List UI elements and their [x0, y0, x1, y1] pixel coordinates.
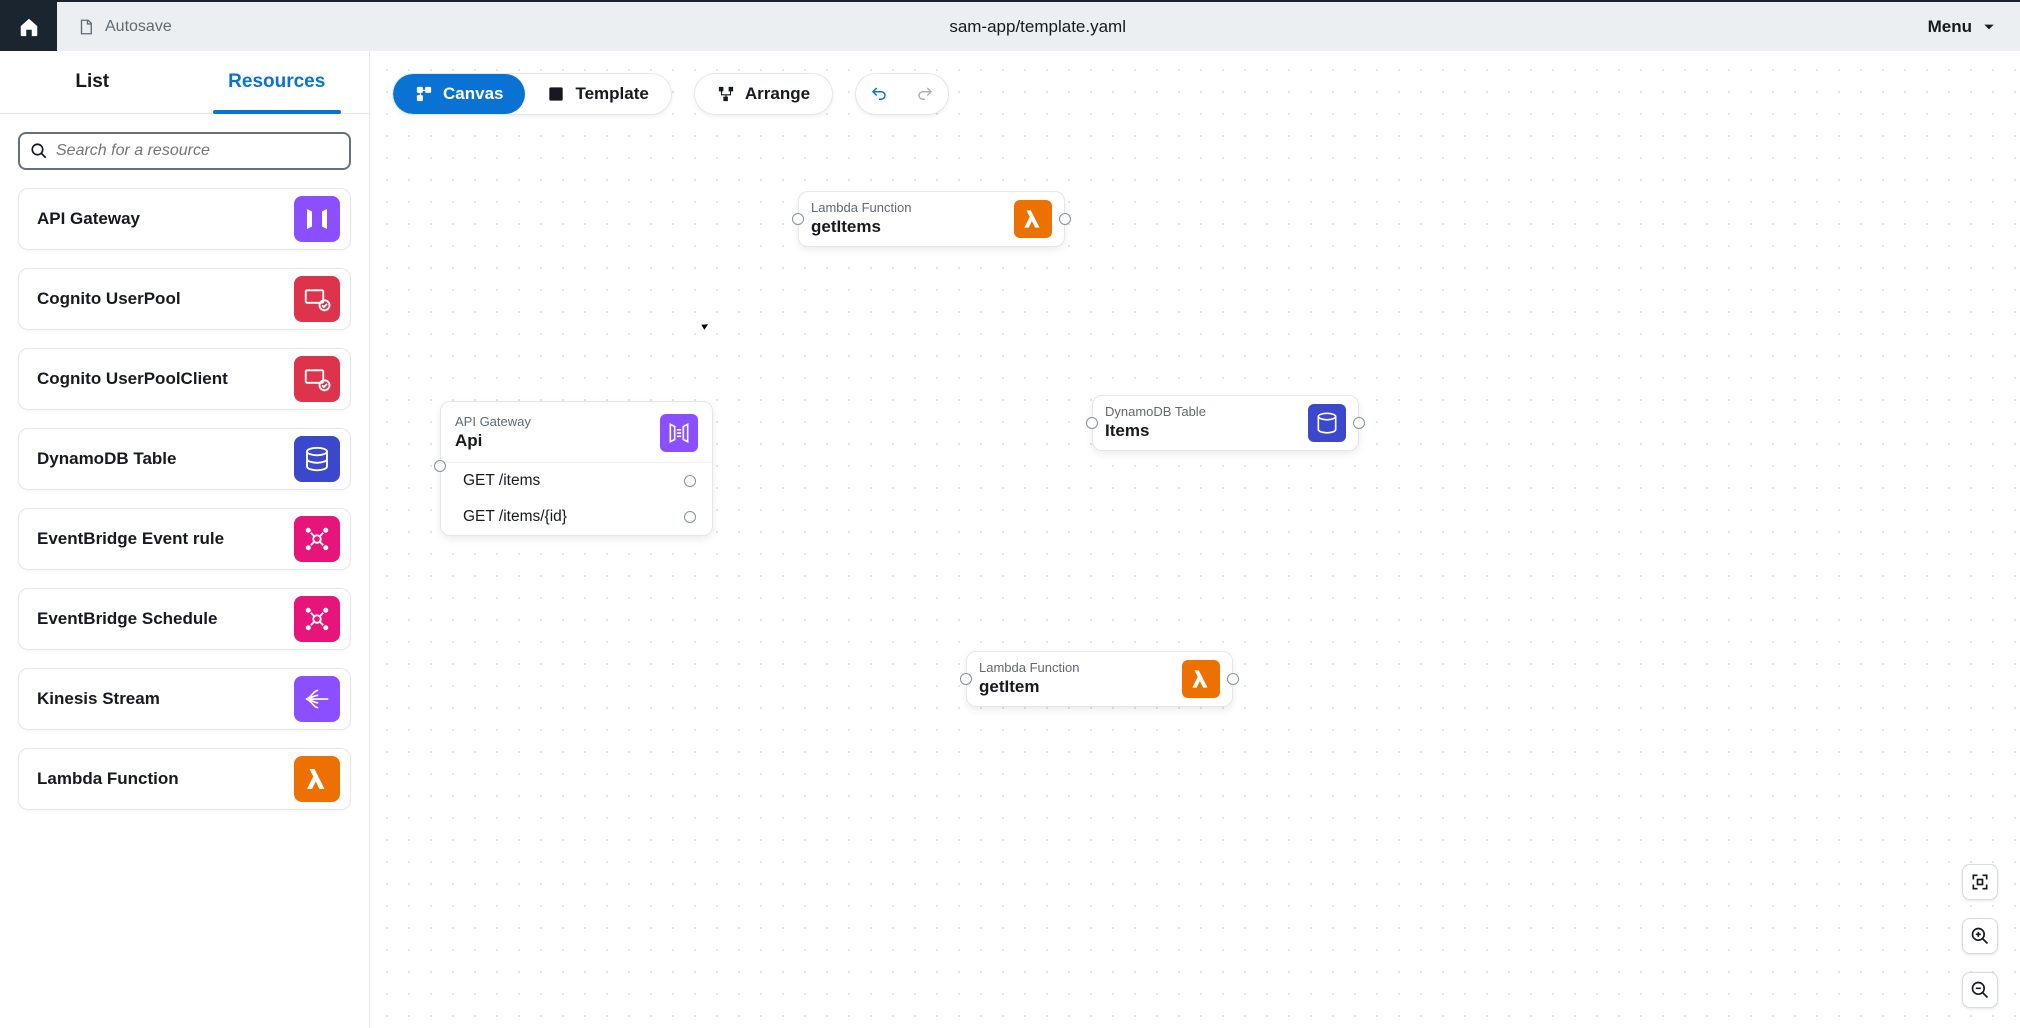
template-icon — [547, 85, 565, 103]
undo-button[interactable] — [856, 74, 902, 114]
menu-button[interactable]: Menu — [1904, 17, 2020, 37]
kinesis-icon — [294, 676, 340, 722]
zoom-out-button[interactable] — [1962, 972, 1998, 1008]
route-get-item-by-id[interactable]: GET /items/{id} — [441, 499, 712, 535]
port-out[interactable] — [684, 511, 696, 523]
node-type: Lambda Function — [811, 200, 1002, 216]
port-in[interactable] — [792, 213, 804, 225]
redo-button[interactable] — [902, 74, 948, 114]
port-in[interactable] — [1086, 417, 1098, 429]
template-label: Template — [575, 84, 648, 104]
resource-label: EventBridge Schedule — [37, 609, 217, 629]
arrange-icon — [717, 85, 735, 103]
node-items-table[interactable]: DynamoDB Table Items — [1092, 395, 1359, 451]
autosave-label: Autosave — [105, 18, 172, 36]
zoom-controls — [1962, 864, 1998, 1008]
resource-label: Cognito UserPool — [37, 289, 181, 309]
node-name: getItems — [811, 216, 1002, 238]
tab-list-label: List — [75, 71, 109, 93]
search-input[interactable] — [56, 142, 339, 160]
route-get-items[interactable]: GET /items — [441, 463, 712, 499]
canvas-label: Canvas — [443, 84, 503, 104]
cognito-icon — [294, 356, 340, 402]
arrange-button[interactable]: Arrange — [695, 74, 832, 114]
resource-api-gateway[interactable]: API Gateway — [18, 188, 351, 250]
sidebar: List Resources API Gateway Cognito UserP… — [0, 51, 370, 1028]
resource-cognito-userpool[interactable]: Cognito UserPool — [18, 268, 351, 330]
resource-label: Lambda Function — [37, 769, 179, 789]
resource-list: API Gateway Cognito UserPool Cognito Use… — [0, 188, 369, 1028]
home-icon — [18, 16, 40, 38]
api-gateway-icon — [294, 196, 340, 242]
node-getitems[interactable]: Lambda Function getItems — [798, 191, 1065, 247]
search-icon — [30, 142, 48, 160]
resource-dynamodb-table[interactable]: DynamoDB Table — [18, 428, 351, 490]
node-name: Api — [455, 430, 648, 452]
menu-label: Menu — [1928, 17, 1972, 37]
port-in[interactable] — [434, 460, 446, 472]
lambda-icon — [1182, 660, 1220, 698]
canvas-view-button[interactable]: Canvas — [393, 74, 525, 114]
lambda-icon — [1014, 200, 1052, 238]
canvas[interactable]: Canvas Template Arrange — [370, 51, 2020, 1028]
resource-kinesis-stream[interactable]: Kinesis Stream — [18, 668, 351, 730]
resource-lambda-function[interactable]: Lambda Function — [18, 748, 351, 810]
template-view-button[interactable]: Template — [525, 74, 670, 114]
port-out[interactable] — [1059, 213, 1071, 225]
api-gateway-icon — [660, 414, 698, 452]
node-name: getItem — [979, 676, 1170, 698]
zoom-in-icon — [1970, 926, 1990, 946]
resource-label: DynamoDB Table — [37, 449, 177, 469]
resource-label: Cognito UserPoolClient — [37, 369, 228, 389]
page-title: sam-app/template.yaml — [172, 17, 1904, 37]
canvas-toolbar: Canvas Template Arrange — [392, 73, 949, 115]
sidebar-tabs: List Resources — [0, 51, 369, 114]
autosave-indicator: Autosave — [57, 18, 172, 36]
route-label: GET /items/{id} — [463, 508, 567, 526]
eventbridge-icon — [294, 596, 340, 642]
route-label: GET /items — [463, 472, 540, 490]
node-name: Items — [1105, 420, 1296, 442]
node-getitem[interactable]: Lambda Function getItem — [966, 651, 1233, 707]
zoom-in-button[interactable] — [1962, 918, 1998, 954]
dynamodb-icon — [1308, 404, 1346, 442]
file-icon — [77, 18, 95, 36]
resource-eventbridge-schedule[interactable]: EventBridge Schedule — [18, 588, 351, 650]
node-type: API Gateway — [455, 414, 648, 430]
arrange-label: Arrange — [745, 84, 810, 104]
search-box[interactable] — [18, 132, 351, 170]
resource-eventbridge-rule[interactable]: EventBridge Event rule — [18, 508, 351, 570]
cursor-icon — [702, 318, 712, 328]
canvas-icon — [415, 85, 433, 103]
port-out[interactable] — [684, 475, 696, 487]
port-out[interactable] — [1227, 673, 1239, 685]
redo-icon — [916, 85, 934, 103]
top-bar: Autosave sam-app/template.yaml Menu — [0, 0, 2020, 51]
node-type: Lambda Function — [979, 660, 1170, 676]
tab-resources[interactable]: Resources — [185, 51, 370, 113]
node-api[interactable]: API Gateway Api GET /items GET /items/{i… — [440, 401, 713, 536]
tab-resources-label: Resources — [228, 71, 325, 93]
resource-label: API Gateway — [37, 209, 140, 229]
lambda-icon — [294, 756, 340, 802]
home-button[interactable] — [0, 2, 57, 51]
tab-list[interactable]: List — [0, 51, 185, 113]
undo-icon — [870, 85, 888, 103]
dynamodb-icon — [294, 436, 340, 482]
resource-cognito-userpoolclient[interactable]: Cognito UserPoolClient — [18, 348, 351, 410]
fit-icon — [1970, 872, 1990, 892]
eventbridge-icon — [294, 516, 340, 562]
cognito-icon — [294, 276, 340, 322]
fit-view-button[interactable] — [1962, 864, 1998, 900]
port-in[interactable] — [960, 673, 972, 685]
zoom-out-icon — [1970, 980, 1990, 1000]
chevron-down-icon — [1982, 20, 1996, 34]
node-type: DynamoDB Table — [1105, 404, 1296, 420]
resource-label: EventBridge Event rule — [37, 529, 224, 549]
port-out[interactable] — [1353, 417, 1365, 429]
resource-label: Kinesis Stream — [37, 689, 160, 709]
